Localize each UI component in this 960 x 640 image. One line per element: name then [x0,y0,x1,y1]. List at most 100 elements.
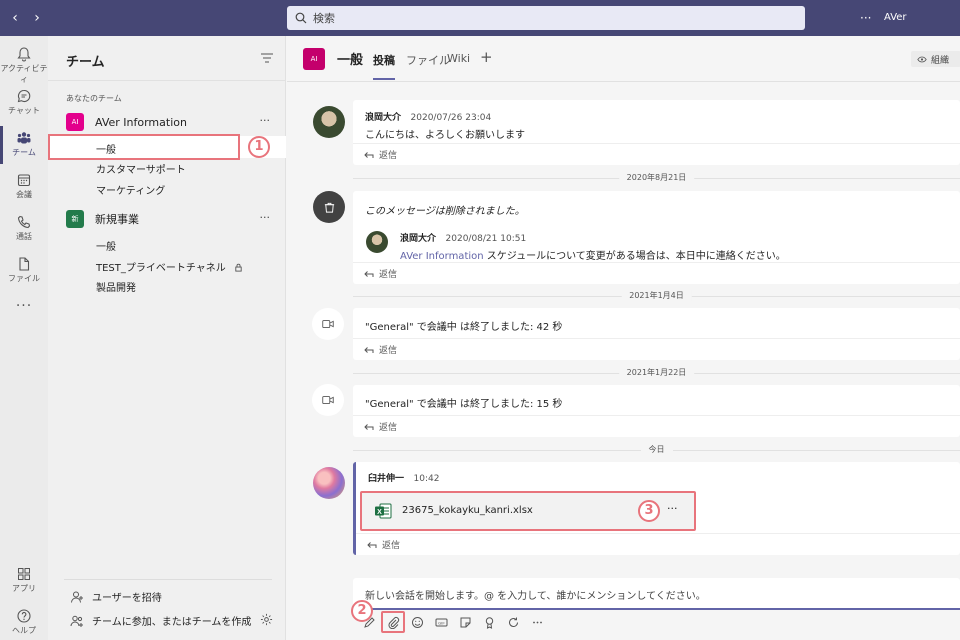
avatar[interactable] [313,106,345,138]
message-time: 2020/08/21 10:51 [445,234,527,244]
rail-help[interactable]: ヘルプ [0,602,48,640]
search-icon [295,12,307,24]
mention-link[interactable]: AVer Information [400,251,484,262]
deleted-message-text: このメッセージは削除されました。 [365,206,525,217]
annotation-2: 2 [351,600,373,622]
org-button[interactable]: 組織 [911,51,960,67]
filter-icon[interactable] [260,52,274,64]
chat-icon [17,89,31,103]
avatar[interactable] [366,231,388,253]
highlight-channel-general [48,134,240,160]
reply-icon [364,152,374,158]
rail-calendar[interactable]: 会議 [0,166,48,208]
team-more-button[interactable]: ··· [260,209,271,227]
search-placeholder: 検索 [313,12,335,25]
teams-icon [17,132,31,144]
channel-general-2[interactable]: 一般 [96,238,116,253]
more-tools-button[interactable] [525,611,549,633]
join-team-button[interactable]: チームに参加、またはチームを作成 [70,613,251,628]
phone-icon [17,215,31,229]
rail-label: チャット [8,106,40,115]
team-name: 新規事業 [95,213,139,226]
reply-label: 返信 [379,151,398,161]
annotation-1: 1 [248,136,270,158]
compose-toolbar: GIF [357,611,549,633]
svg-text:GIF: GIF [438,620,445,625]
date-divider: 今日 [353,444,960,456]
compose-box[interactable]: 新しい会話を開始します。@ を入力して、誰かにメンションしてください。 [353,578,960,610]
calendar-icon [17,174,31,187]
channel-header: AI 一般 投稿 ファイル Wiki + 組織 [287,36,960,82]
gear-icon[interactable] [260,613,273,626]
reply-label: 返信 [379,346,398,356]
reply-label: 返信 [379,423,398,433]
more-options-button[interactable]: ··· [860,0,871,36]
compose-placeholder: 新しい会話を開始します。@ を入力して、誰かにメンションしてください。 [365,591,706,602]
reply-button[interactable]: 返信 [356,533,960,555]
file-name: 23675_kokayku_kanri.xlsx [402,505,533,516]
back-button[interactable]: ‹ [4,0,26,36]
reply-button[interactable]: 返信 [353,415,960,437]
meeting-avatar [312,384,344,416]
teams-panel: チーム あなたのチーム AI AVer Information ··· 一般 カ… [48,36,286,640]
rail-activity[interactable]: アクティビティ [0,40,48,84]
add-tab-button[interactable]: + [480,48,493,66]
date-label: 2020年8月21日 [618,172,695,183]
tab-files[interactable]: ファイル [406,52,450,68]
avatar[interactable] [313,467,345,499]
rail-label: アクティビティ [0,64,48,84]
channel-private[interactable]: TEST_プライベートチャネル [96,259,243,274]
reply-button[interactable]: 返信 [353,338,960,360]
rail-chat[interactable]: チャット [0,82,48,124]
rail-files[interactable]: ファイル [0,250,48,292]
date-label: 2021年1月22日 [618,367,695,378]
team-aver[interactable]: AI AVer Information ··· [66,112,276,132]
more-apps-button[interactable]: ··· [0,298,48,314]
rail-teams[interactable]: チーム [0,124,48,166]
search-input[interactable]: 検索 [287,6,805,30]
apps-icon [18,568,30,580]
reply-button[interactable]: 返信 [353,143,960,165]
title-bar: ‹ › 検索 ··· AVer Information [0,0,960,59]
team-new-business[interactable]: 新 新規事業 ··· [66,209,276,229]
date-label: 2021年1月4日 [621,290,692,301]
forward-button[interactable]: › [26,0,48,36]
reply-icon [364,424,374,430]
team-more-button[interactable]: ··· [260,112,271,130]
file-more-button[interactable]: ··· [667,502,678,515]
tab-posts[interactable]: 投稿 [373,52,395,68]
date-divider: 2021年1月22日 [353,367,960,379]
attach-button[interactable] [381,611,405,633]
channel-marketing[interactable]: マーケティング [96,182,165,197]
rail-label: 会議 [16,190,32,199]
emoji-button[interactable] [405,611,429,633]
app-rail: アクティビティ チャット チーム 会議 通話 ファイル ··· アプリ ヘルプ [0,36,48,640]
rail-calls[interactable]: 通話 [0,208,48,250]
invite-users-button[interactable]: ユーザーを招待 [70,589,162,604]
reply-button[interactable]: 返信 [353,262,960,284]
message-text: AVer Information スケジュールについて変更がある場合は、本日中に… [400,247,786,262]
loop-button[interactable] [501,611,525,633]
file-icon [19,257,30,271]
praise-button[interactable] [477,611,501,633]
sticker-button[interactable] [453,611,477,633]
channel-product-dev[interactable]: 製品開発 [96,279,136,294]
message-author: 浪岡大介 [400,234,437,244]
gif-button[interactable]: GIF [429,611,453,633]
tab-wiki[interactable]: Wiki [447,52,470,65]
channel-label: TEST_プライベートチャネル [96,263,226,274]
message-author: 臼井伸一 [368,474,405,484]
praise-icon [485,616,493,629]
rail-apps[interactable]: アプリ [0,560,48,602]
divider [48,80,286,81]
deleted-avatar [313,191,345,223]
rail-label: チーム [12,148,36,157]
channel-customer-support[interactable]: カスタマーサポート [96,161,186,176]
date-divider: 2020年8月21日 [353,172,960,184]
add-user-icon [71,591,83,603]
reply-label: 返信 [382,541,401,551]
active-tab-indicator [373,78,395,80]
reply-label: 返信 [379,270,398,280]
message-card: 浪岡大介 2020/07/26 23:04 こんにちは、よろしくお願いします 返… [353,100,960,165]
file-attachment[interactable]: X 23675_kokayku_kanri.xlsx 3 ··· [360,491,696,531]
